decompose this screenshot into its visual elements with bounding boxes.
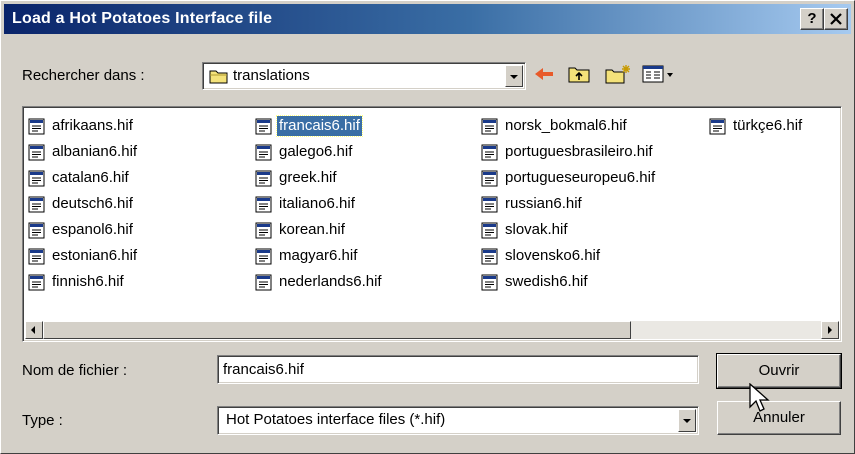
- hif-file-icon: [481, 170, 498, 187]
- file-name: slovak.hif: [505, 221, 568, 238]
- hif-file-icon: [481, 274, 498, 291]
- file-name: slovensko6.hif: [505, 247, 601, 264]
- file-name: estonian6.hif: [52, 247, 138, 264]
- hif-file-icon: [28, 118, 45, 135]
- hif-file-icon: [255, 118, 272, 135]
- hif-file-icon: [481, 222, 498, 239]
- mouse-cursor-icon: [749, 383, 770, 412]
- scroll-right-icon[interactable]: [821, 321, 839, 339]
- close-icon: [830, 13, 842, 25]
- file-name: catalan6.hif: [52, 169, 129, 186]
- hif-file-icon: [255, 144, 272, 161]
- file-name: portugueseuropeu6.hif: [505, 169, 656, 186]
- cancel-button[interactable]: Annuler: [717, 401, 841, 435]
- scrollbar-thumb[interactable]: [43, 321, 631, 339]
- help-button[interactable]: ?: [800, 8, 824, 30]
- filename-label: Nom de fichier :: [22, 362, 128, 379]
- cancel-button-label: Annuler: [753, 409, 805, 426]
- file-name: afrikaans.hif: [52, 117, 133, 134]
- hif-file-icon: [481, 144, 498, 161]
- open-button-label: Ouvrir: [758, 362, 800, 379]
- file-name: francais6.hif: [276, 115, 363, 137]
- file-name: greek.hif: [279, 169, 337, 186]
- file-name: portuguesbrasileiro.hif: [505, 143, 653, 160]
- up-folder-icon[interactable]: [567, 63, 593, 85]
- hif-file-icon: [709, 118, 726, 135]
- file-name: swedish6.hif: [505, 273, 588, 290]
- hif-file-icon: [28, 248, 45, 265]
- file-name: albanian6.hif: [52, 143, 138, 160]
- open-button[interactable]: Ouvrir: [716, 353, 842, 389]
- title-bar[interactable]: Load a Hot Potatoes Interface file ?: [4, 4, 851, 34]
- hif-file-icon: [255, 196, 272, 213]
- filetype-label: Type :: [22, 412, 63, 429]
- dialog-title: Load a Hot Potatoes Interface file: [12, 10, 273, 27]
- file-name: espanol6.hif: [52, 221, 133, 238]
- filetype-dropdown[interactable]: Hot Potatoes interface files (*.hif): [217, 406, 699, 435]
- file-name: nederlands6.hif: [279, 273, 382, 290]
- hif-file-icon: [28, 274, 45, 291]
- horizontal-scrollbar[interactable]: [25, 321, 839, 339]
- look-in-value: translations: [233, 67, 310, 84]
- chevron-down-icon[interactable]: [678, 409, 696, 432]
- hif-file-icon: [481, 118, 498, 135]
- open-file-dialog: Load a Hot Potatoes Interface file ? Rec…: [0, 0, 855, 454]
- hif-file-icon: [28, 170, 45, 187]
- hif-file-icon: [481, 196, 498, 213]
- scroll-left-icon[interactable]: [25, 321, 43, 339]
- back-arrow-icon[interactable]: [531, 63, 557, 85]
- hif-file-icon: [28, 144, 45, 161]
- hif-file-icon: [255, 248, 272, 265]
- file-name: galego6.hif: [279, 143, 353, 160]
- hif-file-icon: [255, 170, 272, 187]
- look-in-label: Rechercher dans :: [22, 67, 145, 84]
- hif-file-icon: [255, 222, 272, 239]
- file-name: norsk_bokmal6.hif: [505, 117, 627, 134]
- hif-file-icon: [28, 196, 45, 213]
- file-name: türkçe6.hif: [733, 117, 803, 134]
- filename-value: francais6.hif: [223, 361, 304, 378]
- chevron-down-icon[interactable]: [505, 65, 523, 87]
- hif-file-icon: [28, 222, 45, 239]
- hif-file-icon: [255, 274, 272, 291]
- file-name: finnish6.hif: [52, 273, 124, 290]
- file-name: italiano6.hif: [279, 195, 355, 212]
- file-name: korean.hif: [279, 221, 345, 238]
- hif-file-icon: [481, 248, 498, 265]
- new-folder-icon[interactable]: [604, 63, 632, 85]
- look-in-dropdown[interactable]: translations: [202, 62, 526, 90]
- file-name: magyar6.hif: [279, 247, 358, 264]
- file-name: russian6.hif: [505, 195, 582, 212]
- filetype-value: Hot Potatoes interface files (*.hif): [226, 411, 446, 428]
- filename-input[interactable]: francais6.hif: [217, 355, 699, 384]
- folder-icon: [209, 70, 228, 84]
- close-button[interactable]: [824, 8, 848, 30]
- file-list[interactable]: afrikaans.hif albanian6.hif catalan6.hif de…: [22, 106, 842, 342]
- view-menu-icon[interactable]: [641, 63, 675, 85]
- file-name: deutsch6.hif: [52, 195, 133, 212]
